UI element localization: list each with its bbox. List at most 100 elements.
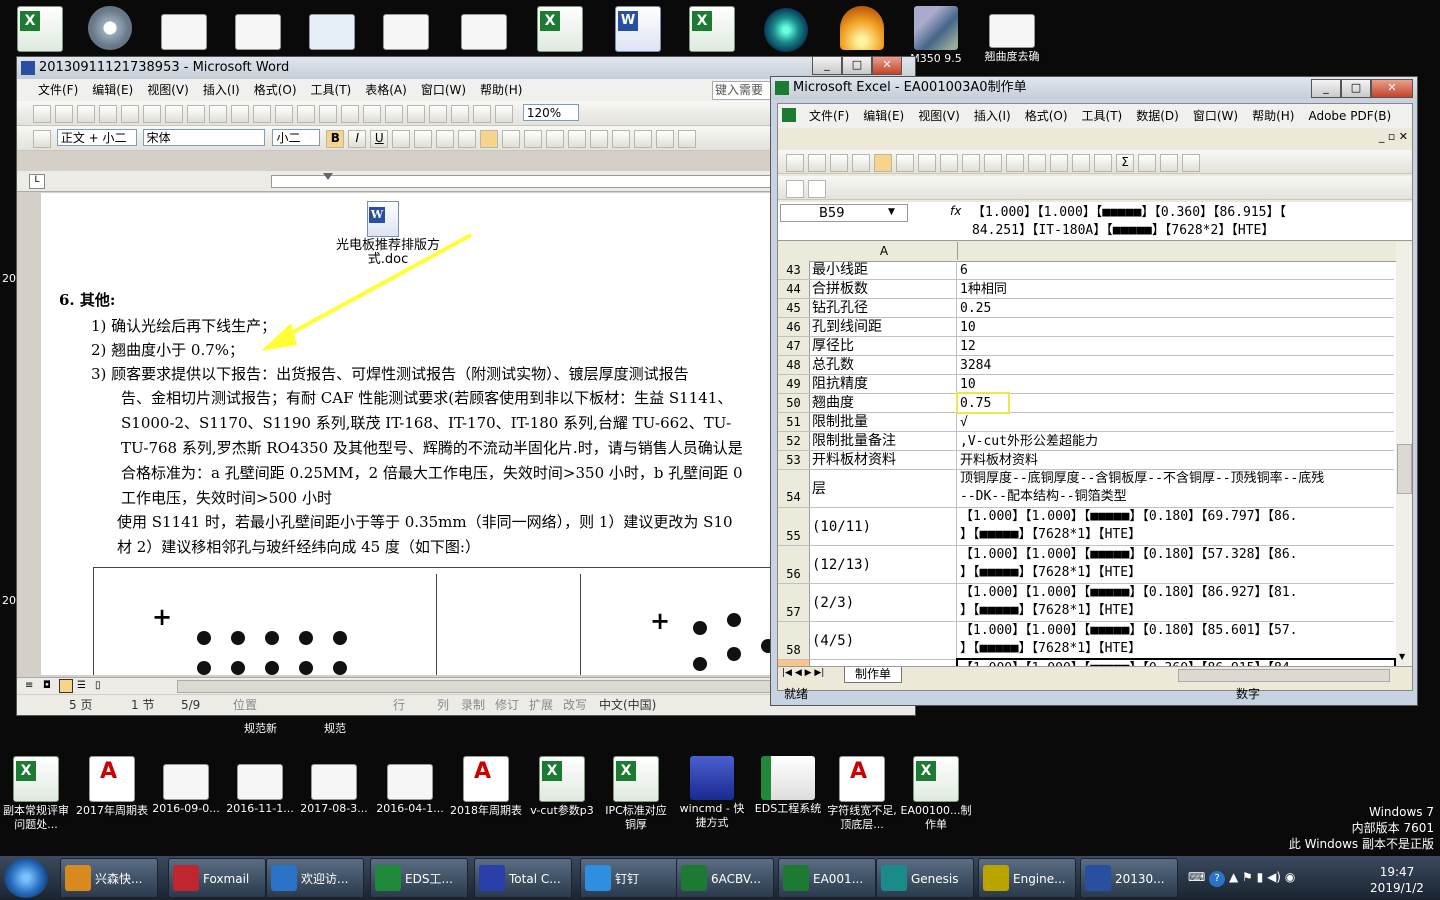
word-maximize-button[interactable]: □ (842, 56, 872, 75)
excel-menu-format[interactable]: 格式(O) (1025, 109, 1068, 123)
word-menu-help[interactable]: 帮助(H) (480, 83, 522, 97)
align-left-icon[interactable] (458, 130, 477, 148)
cell-a[interactable]: 孔到线间距 (811, 318, 957, 336)
desktop-icon-thumb-1[interactable] (148, 14, 220, 52)
clock[interactable]: 19:47 2019/1/2 (1360, 864, 1434, 896)
tab-first-icon[interactable]: |◀ ◀ ▶ ▶| (782, 668, 824, 678)
desktop-icon-thumb-5[interactable] (448, 14, 520, 52)
desktop-icon-word[interactable] (602, 6, 674, 54)
keyboard-icon[interactable]: ⌨ (1188, 870, 1205, 884)
cut-icon[interactable] (962, 154, 980, 172)
autosum-icon[interactable]: Σ (1116, 154, 1134, 172)
excel-menu-insert[interactable]: 插入(I) (974, 109, 1011, 123)
permission-icon[interactable] (852, 154, 870, 172)
start-button-icon[interactable] (4, 858, 48, 898)
show-hide-icon[interactable] (495, 105, 513, 123)
cell-b[interactable]: ,V-cut外形公差超能力 (958, 432, 1394, 450)
cell-a[interactable]: 钻孔孔径 (811, 299, 957, 317)
excel-window[interactable]: Microsoft Excel - EA001003A0制作单 _ □ ✕ 文件… (770, 76, 1418, 706)
format-painter-icon[interactable] (275, 105, 293, 123)
cell-a[interactable]: 限制批量 (811, 413, 957, 431)
undo-icon[interactable] (1050, 154, 1068, 172)
excel-titlebar[interactable]: Microsoft Excel - EA001003A0制作单 _ □ ✕ (771, 77, 1417, 99)
bold-icon[interactable]: B (326, 130, 345, 148)
desktop-icon-genesis[interactable] (750, 8, 822, 54)
volume-icon[interactable]: ◀) (1267, 870, 1281, 884)
new-workbook-icon[interactable] (786, 154, 804, 172)
taskbar-item-6[interactable]: 6ACBV... (676, 858, 774, 898)
cell-a[interactable]: 开料板材资料 (811, 451, 957, 469)
desktop-icon-excel-2[interactable] (524, 6, 596, 54)
print-layout-view-icon[interactable] (59, 679, 73, 693)
taskbar-item-10[interactable]: 20130... (1080, 858, 1178, 898)
align-right-icon[interactable] (502, 130, 521, 148)
open-folder-icon[interactable] (55, 105, 73, 123)
fill-color-icon[interactable] (1182, 154, 1200, 172)
desktop-icon-bottom-10[interactable]: EDS工程系统 (752, 756, 824, 816)
line-spacing-icon[interactable] (546, 130, 565, 148)
desktop-icon-bottom-4[interactable]: 2017-08-3... (298, 756, 370, 816)
hyperlink-icon[interactable] (1094, 154, 1112, 172)
cell-b[interactable]: 3284 (958, 356, 1394, 374)
sort-desc-icon[interactable] (1160, 154, 1178, 172)
paste-icon[interactable] (1006, 154, 1024, 172)
cell-b[interactable]: 开料板材资料 (958, 451, 1394, 469)
desktop-icon-bottom-11[interactable]: 字符线宽不足,顶底层... (826, 756, 898, 832)
status-trk[interactable]: 修订 (495, 695, 519, 715)
save-icon[interactable] (77, 105, 95, 123)
excel-vertical-scrollbar[interactable]: ▼ (1396, 242, 1412, 666)
desktop-icon-bottom-2[interactable]: 2016-09-0... (150, 756, 222, 816)
font-color-icon[interactable] (678, 130, 697, 148)
desktop-icon-thumb-3[interactable] (296, 14, 368, 52)
desktop-icon-bottom-5[interactable]: 2016-04-1... (374, 756, 446, 816)
save-icon[interactable] (830, 154, 848, 172)
desktop-icon-bottom-1[interactable]: 2017年周期表 (76, 756, 148, 818)
justify-icon[interactable] (524, 130, 543, 148)
row-number[interactable]: 46 (778, 318, 810, 336)
taskbar-item-5[interactable]: 钉钉 (580, 858, 678, 898)
word-menu-edit[interactable]: 编辑(E) (92, 83, 133, 97)
taskbar-item-1[interactable]: Foxmail (168, 858, 266, 898)
cell-b[interactable]: 0.75 (956, 392, 1010, 414)
tables-borders-icon[interactable] (363, 105, 381, 123)
desktop-icon-shell[interactable] (826, 6, 898, 52)
excel-close-button[interactable]: ✕ (1371, 79, 1413, 98)
font-color-a-icon[interactable] (392, 130, 411, 148)
cell-a[interactable]: 厚径比 (811, 337, 957, 355)
desktop-icon-bottom-6[interactable]: 2018年周期表 (450, 756, 522, 818)
column-header-a[interactable]: A (811, 242, 958, 260)
cut-icon[interactable] (209, 105, 227, 123)
char-border-icon[interactable] (414, 130, 433, 148)
desktop-icon-bottom-3[interactable]: 2016-11-1... (224, 756, 296, 816)
row-number[interactable]: 53 (778, 451, 810, 469)
help-icon[interactable]: ? (1209, 871, 1226, 887)
browser-tray-icon[interactable]: ◉ (1285, 870, 1295, 884)
desktop-icon-bottom-8[interactable]: IPC标准对应铜厚 (600, 756, 672, 832)
status-rec[interactable]: 录制 (461, 695, 485, 715)
word-minimize-button[interactable]: _ (812, 56, 842, 75)
sort-asc-icon[interactable] (1138, 154, 1156, 172)
cell-a[interactable]: 限制批量备注 (811, 432, 957, 450)
excel-h-scroll[interactable] (1178, 669, 1390, 682)
cell-b[interactable]: 【1.000】【1.000】【■■■■■】【0.180】【57.328】【86.… (958, 546, 1394, 583)
tab-selector[interactable]: L (29, 174, 45, 189)
cell-a[interactable]: 合拼板数 (811, 280, 957, 298)
word-document-page[interactable]: W 光电板推荐排版方式.doc 6. 其他: 1) 确认光绘后再下线生产； 2)… (41, 193, 781, 675)
cell-b[interactable]: 【1.000】【1.000】【■■■■■】【0.180】【69.797】【86.… (958, 508, 1394, 545)
insert-excel-icon[interactable] (407, 105, 425, 123)
cell-b[interactable]: √ (958, 413, 1394, 431)
styles-icon[interactable] (33, 130, 51, 148)
highlight-icon[interactable] (656, 130, 675, 148)
desktop-icon-bottom-12[interactable]: EA00100...制作单 (900, 756, 972, 832)
style-combo[interactable]: 正文 + 小二 (56, 129, 137, 146)
desktop-icon-thumb-4[interactable] (370, 14, 442, 52)
row-number[interactable]: 56 (778, 546, 810, 583)
excel-menu-file[interactable]: 文件(F) (809, 109, 849, 123)
word-menu-insert[interactable]: 插入(I) (203, 83, 240, 97)
numbering-icon[interactable] (568, 130, 587, 148)
cell-b[interactable]: 顶铜厚度--底铜厚度--含铜板厚--不含铜厚--顶残铜率--底残 --DK--配本… (958, 470, 1394, 507)
open-folder-icon[interactable] (808, 154, 826, 172)
convert-and-email-pdf-icon[interactable] (808, 180, 826, 198)
underline-icon[interactable]: U (370, 130, 389, 148)
row-number[interactable]: 57 (778, 584, 810, 621)
